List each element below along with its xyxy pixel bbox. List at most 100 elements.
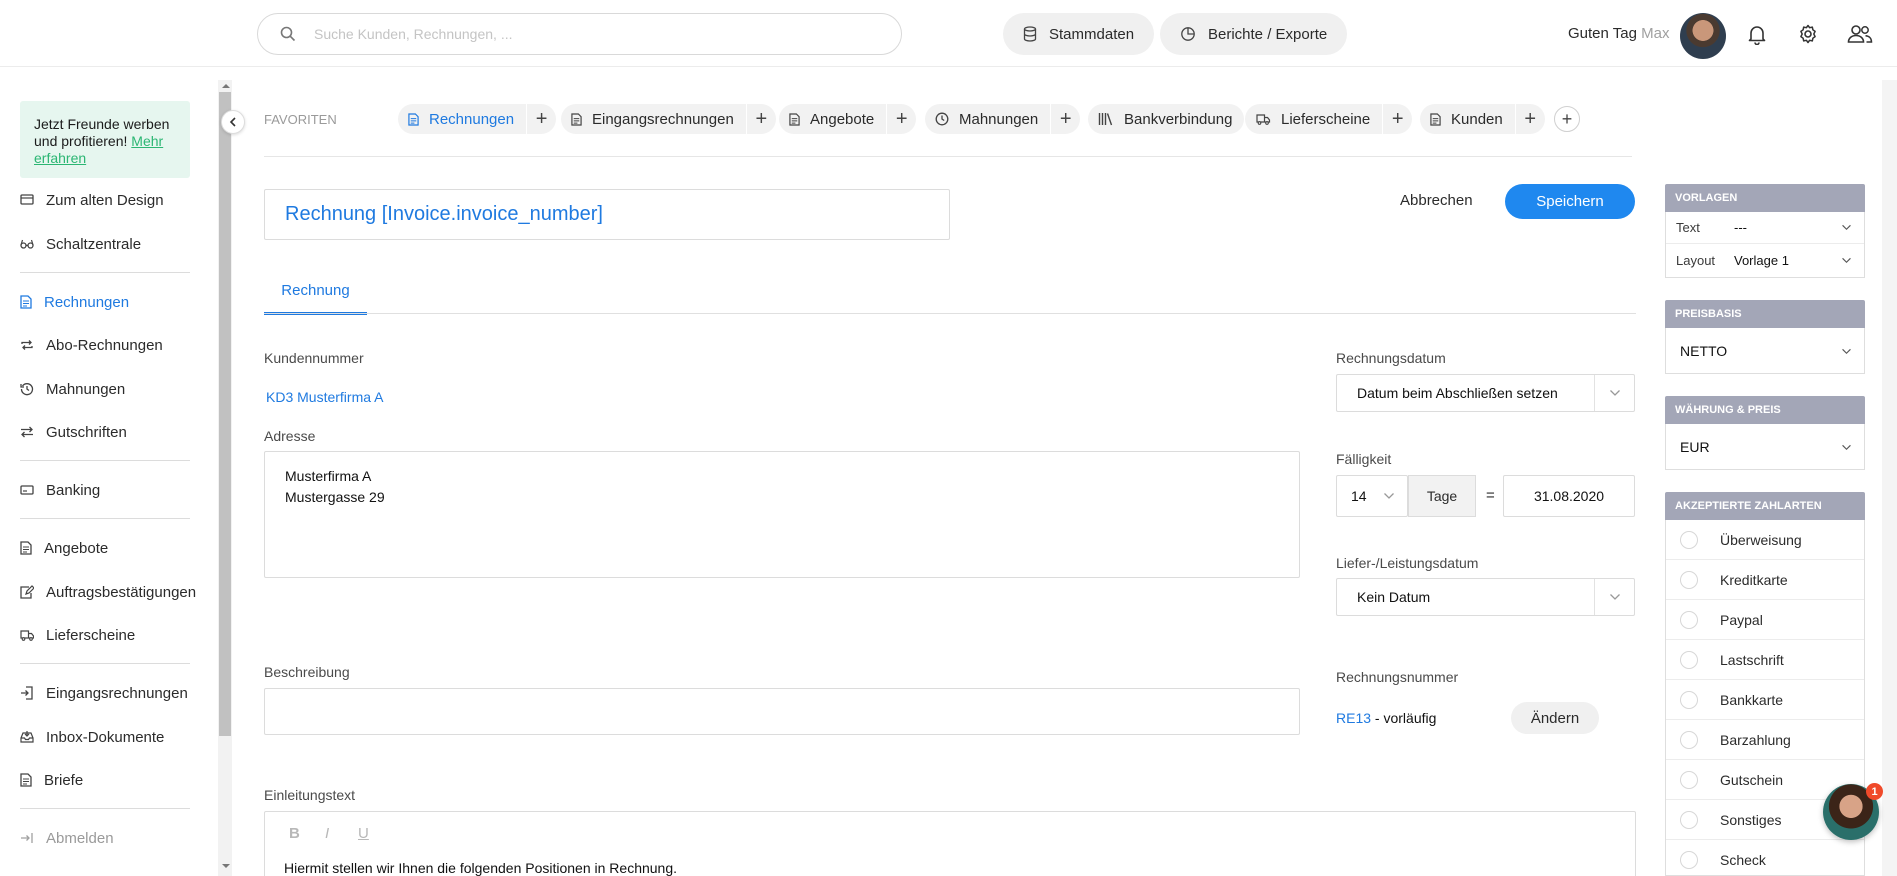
payment-radio[interactable] — [1680, 570, 1698, 589]
fav-link[interactable]: Mahnungen — [925, 104, 1050, 134]
due-days-select[interactable]: 14 — [1336, 475, 1408, 517]
sidebar-item-old-design[interactable]: Zum alten Design — [20, 187, 164, 213]
sidebar-item-inbox-dokumente[interactable]: Inbox-Dokumente — [20, 724, 164, 750]
delivery-date-select[interactable]: Kein Datum — [1336, 578, 1635, 616]
address-field[interactable]: Musterfirma A Mustergasse 29 — [264, 451, 1300, 578]
sidebar-item-abmelden[interactable]: Abmelden — [20, 825, 114, 851]
berichte-label: Berichte / Exporte — [1208, 25, 1328, 43]
currency-value: EUR — [1680, 439, 1710, 455]
sidebar-item-auftragsbestaetigungen[interactable]: Auftragsbestätigungen — [20, 579, 196, 605]
fav-bankverbindung[interactable]: Bankverbindung — [1088, 104, 1245, 134]
payment-radio[interactable] — [1680, 610, 1698, 629]
sidebar-item-lieferscheine[interactable]: Lieferscheine — [20, 622, 135, 648]
template-text-select[interactable]: Text --- — [1666, 212, 1864, 244]
payment-option[interactable]: Scheck — [1666, 840, 1864, 876]
sidebar-item-gutschriften[interactable]: Gutschriften — [20, 419, 127, 445]
scroll-up-arrow-icon[interactable] — [220, 82, 232, 90]
add-favorite-button[interactable]: + — [1554, 106, 1580, 132]
underline-button[interactable]: U — [358, 825, 369, 842]
payment-radio[interactable] — [1680, 690, 1698, 709]
exchange-icon — [20, 425, 46, 439]
sidebar-divider — [20, 808, 190, 809]
payment-radio[interactable] — [1680, 530, 1698, 549]
currency-select[interactable]: EUR — [1666, 424, 1864, 470]
fav-add-button[interactable]: + — [1382, 104, 1412, 134]
document-icon — [789, 112, 810, 126]
payment-option[interactable]: Barzahlung — [1666, 720, 1864, 760]
fav-rechnungen[interactable]: Rechnungen + — [398, 104, 557, 134]
italic-button[interactable]: I — [325, 825, 329, 842]
fav-add-button[interactable]: + — [745, 104, 776, 134]
invoice-date-value: Datum beim Abschließen setzen — [1357, 385, 1558, 401]
fav-add-button[interactable]: + — [886, 104, 916, 134]
price-basis-value: NETTO — [1680, 343, 1728, 359]
sidebar-item-mahnungen[interactable]: Mahnungen — [20, 376, 125, 402]
currency-panel: EUR — [1665, 424, 1865, 470]
cancel-button[interactable]: Abbrechen — [1400, 192, 1473, 209]
fav-link[interactable]: Kunden — [1420, 104, 1515, 134]
page-scrollbar[interactable] — [1882, 80, 1897, 876]
fav-mahnungen[interactable]: Mahnungen + — [925, 104, 1081, 134]
monitor-icon — [20, 193, 46, 207]
price-basis-select[interactable]: NETTO — [1666, 328, 1864, 374]
bell-icon[interactable] — [1746, 23, 1768, 45]
users-icon[interactable] — [1847, 23, 1873, 45]
sidebar-item-briefe[interactable]: Briefe — [20, 767, 83, 793]
tab-rechnung[interactable]: Rechnung — [264, 275, 367, 315]
sidebar-item-label: Auftragsbestätigungen — [46, 583, 197, 601]
user-avatar[interactable] — [1680, 13, 1726, 59]
document-title[interactable]: Rechnung [Invoice.invoice_number] — [264, 189, 950, 240]
payment-radio[interactable] — [1680, 810, 1698, 829]
fav-kunden[interactable]: Kunden + — [1420, 104, 1545, 134]
gear-icon[interactable] — [1797, 23, 1819, 45]
payment-option[interactable]: Lastschrift — [1666, 640, 1864, 680]
inbox-icon — [20, 730, 46, 744]
payment-radio[interactable] — [1680, 770, 1698, 789]
greeting-text: Guten Tag — [1568, 25, 1637, 42]
save-button[interactable]: Speichern — [1505, 184, 1635, 219]
stammdaten-button[interactable]: Stammdaten — [1003, 13, 1155, 55]
fav-link[interactable]: Lieferscheine — [1245, 104, 1382, 134]
sidebar-item-schaltzentrale[interactable]: Schaltzentrale — [20, 231, 141, 257]
sidebar-item-abo-rechnungen[interactable]: Abo-Rechnungen — [20, 332, 163, 358]
payment-radio[interactable] — [1680, 730, 1698, 749]
change-number-button[interactable]: Ändern — [1511, 702, 1599, 734]
search-input[interactable] — [314, 26, 874, 42]
payment-option[interactable]: Überweisung — [1666, 520, 1864, 560]
description-field[interactable] — [264, 688, 1300, 735]
sidebar-item-angebote[interactable]: Angebote — [20, 535, 108, 561]
invoice-date-select[interactable]: Datum beim Abschließen setzen — [1336, 374, 1635, 412]
payment-option[interactable]: Bankkarte — [1666, 680, 1864, 720]
fav-lieferscheine[interactable]: Lieferscheine + — [1245, 104, 1413, 134]
template-layout-select[interactable]: Layout Vorlage 1 — [1666, 244, 1864, 276]
collapse-sidebar-button[interactable] — [221, 110, 245, 134]
fav-link[interactable]: Eingangsrechnungen — [561, 104, 746, 134]
berichte-button[interactable]: Berichte / Exporte — [1160, 13, 1348, 55]
payment-option[interactable]: Kreditkarte — [1666, 560, 1864, 600]
scroll-down-arrow-icon[interactable] — [220, 862, 232, 870]
fav-label: Angebote — [810, 110, 875, 128]
sidebar-scrollbar-thumb[interactable] — [219, 92, 231, 736]
payment-radio[interactable] — [1680, 650, 1698, 669]
fav-link[interactable]: Bankverbindung — [1088, 104, 1244, 134]
fav-link[interactable]: Angebote — [779, 104, 886, 134]
bold-button[interactable]: B — [289, 825, 300, 842]
fav-eingangsrechnungen[interactable]: Eingangsrechnungen + — [561, 104, 776, 134]
address-line: Musterfirma A — [285, 468, 372, 484]
payment-radio[interactable] — [1680, 850, 1698, 869]
sidebar-item-rechnungen[interactable]: Rechnungen — [20, 289, 129, 315]
customer-link[interactable]: KD3 Musterfirma A — [266, 389, 383, 405]
sidebar-item-eingangsrechnungen[interactable]: Eingangsrechnungen — [20, 680, 188, 706]
payment-option[interactable]: Paypal — [1666, 600, 1864, 640]
document-icon — [20, 773, 44, 787]
sidebar-item-banking[interactable]: Banking — [20, 477, 100, 503]
fav-add-button[interactable]: + — [526, 104, 556, 134]
search-bar[interactable] — [257, 13, 902, 55]
due-date-field[interactable]: 31.08.2020 — [1503, 475, 1635, 517]
library-icon — [1098, 112, 1124, 126]
fav-angebote[interactable]: Angebote + — [779, 104, 917, 134]
price-basis-header: PREISBASIS — [1665, 300, 1865, 328]
fav-link[interactable]: Rechnungen — [398, 104, 526, 134]
fav-add-button[interactable]: + — [1050, 104, 1080, 134]
fav-add-button[interactable]: + — [1514, 104, 1545, 134]
